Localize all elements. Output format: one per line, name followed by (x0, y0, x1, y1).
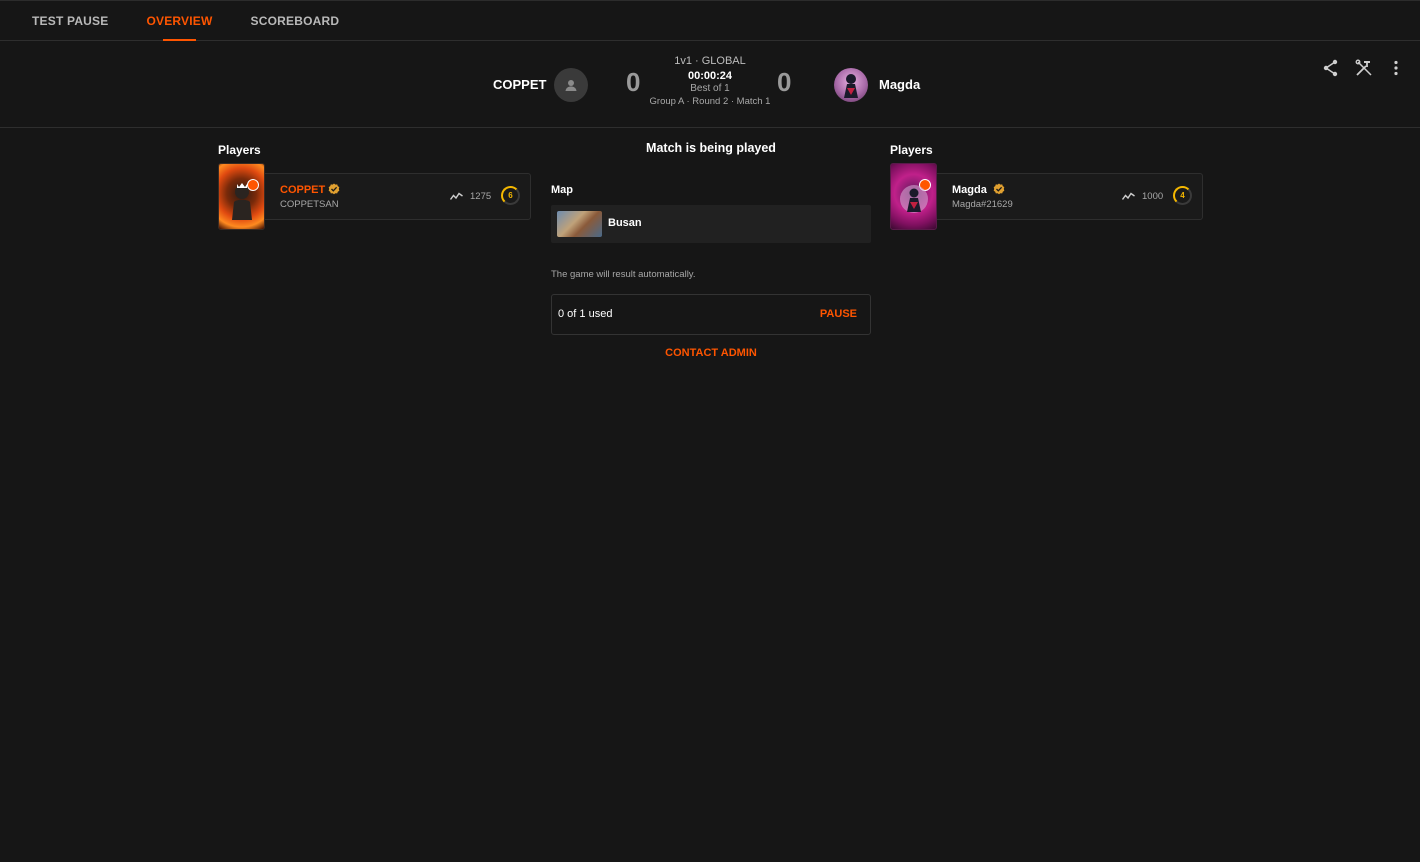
pause-panel: 0 of 1 used PAUSE (551, 294, 871, 335)
tools-icon[interactable] (1354, 58, 1374, 78)
left-player-name[interactable]: COPPET (280, 184, 325, 196)
match-timer: 00:00:24 (687, 70, 733, 82)
elo-trend-icon (1122, 192, 1135, 200)
share-icon[interactable] (1321, 58, 1341, 78)
match-grouping: Group A · Round 2 · Match 1 (649, 96, 771, 107)
pause-usage: 0 of 1 used (558, 308, 613, 320)
more-vertical-icon[interactable] (1386, 58, 1406, 78)
right-players-title: Players (890, 143, 933, 157)
right-player-nickname: Magda#21629 (952, 199, 1013, 210)
user-icon (565, 80, 577, 91)
match-status: Match is being played (646, 141, 776, 155)
match-info: 1v1 · GLOBAL 00:00:24 Best of 1 Group A … (620, 55, 800, 107)
tab-overview[interactable]: OVERVIEW (146, 1, 212, 41)
map-name: Busan (608, 217, 642, 229)
player-figure-icon (232, 183, 252, 220)
map-label: Map (551, 184, 573, 196)
player-figure-icon (900, 185, 928, 213)
right-player-card-art (890, 163, 937, 230)
map-thumbnail (557, 211, 602, 237)
right-team-name[interactable]: Magda (879, 77, 920, 92)
tab-bar: TEST PAUSE OVERVIEW SCOREBOARD (0, 1, 1420, 41)
left-player-elo: 1275 (470, 191, 492, 202)
left-team-name[interactable]: COPPET (493, 77, 546, 92)
left-player-card-art (218, 163, 265, 230)
verified-icon (993, 183, 1005, 195)
best-of: Best of 1 (690, 83, 730, 94)
character-avatar-icon (844, 74, 858, 98)
match-header: COPPET 0 1v1 · GLOBAL 00:00:24 Best of 1… (0, 41, 1420, 128)
verified-icon (328, 183, 340, 195)
tab-scoreboard[interactable]: SCOREBOARD (251, 1, 340, 41)
auto-result-note: The game will result automatically. (551, 269, 696, 280)
left-team-avatar[interactable] (554, 68, 588, 102)
right-player-elo: 1000 (1142, 191, 1164, 202)
left-player-level: 6 (501, 186, 520, 205)
elo-trend-icon (450, 192, 463, 200)
tab-test-pause[interactable]: TEST PAUSE (32, 1, 108, 41)
left-player-nickname: COPPETSAN (280, 199, 339, 210)
match-mode: 1v1 · GLOBAL (674, 55, 746, 67)
right-player-name[interactable]: Magda (952, 184, 987, 196)
right-player-level: 4 (1173, 186, 1192, 205)
contact-admin-link[interactable]: CONTACT ADMIN (551, 347, 871, 359)
map-item[interactable]: Busan (551, 205, 871, 243)
right-score: 0 (777, 67, 792, 97)
right-team-avatar[interactable] (834, 68, 868, 102)
pause-button[interactable]: PAUSE (820, 308, 857, 320)
left-players-title: Players (218, 143, 261, 157)
